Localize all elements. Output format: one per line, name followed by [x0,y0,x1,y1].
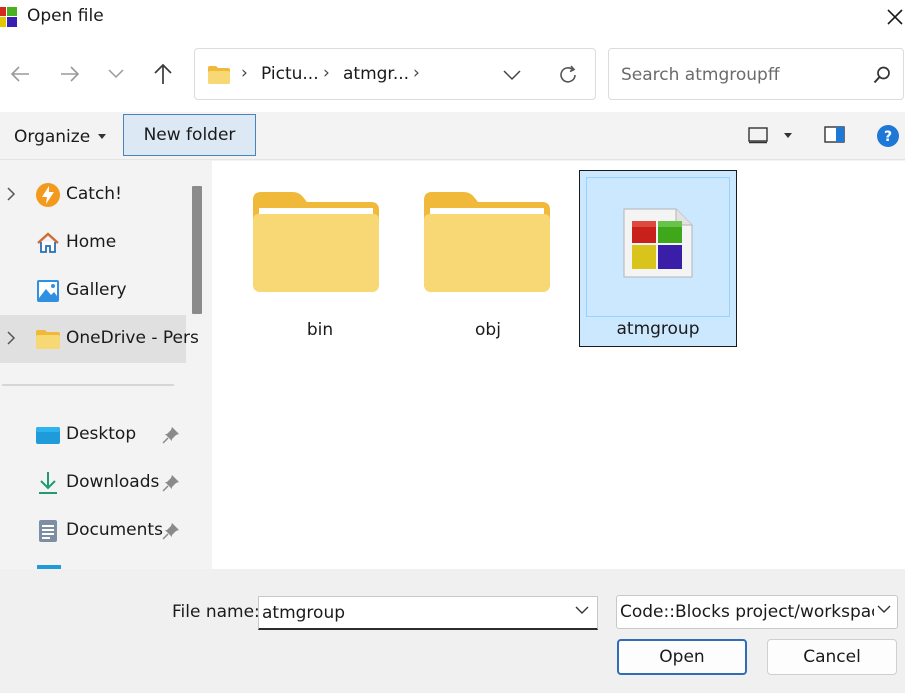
chevron-right-icon: › [413,63,420,83]
preview-pane-icon [824,126,845,143]
chevron-down-icon [575,606,589,614]
home-icon [37,232,59,253]
caret-down-icon [784,133,792,138]
chevron-down-icon [877,605,891,613]
close-button[interactable] [880,0,905,34]
change-view-button[interactable] [742,122,802,150]
window-title: Open file [27,6,104,26]
preview-pane-button[interactable] [824,125,846,145]
file-item-atmgroup[interactable]: atmgroup [579,170,737,347]
title-bar [0,0,905,36]
arrow-right-icon [61,66,80,82]
scrollbar-thumb[interactable] [192,186,202,314]
close-icon [887,9,903,25]
sidebar-item-label: Downloads [66,472,160,492]
chevron-right-icon [7,331,16,345]
sidebar-item-label: Home [66,232,117,252]
desktop-icon [36,427,60,444]
sidebar-item-gallery[interactable]: Gallery [0,267,186,315]
file-name: obj [475,320,501,340]
arrow-left-icon [10,66,29,82]
sidebar-item-label: Desktop [66,424,137,444]
chevron-right-icon [7,187,16,201]
sidebar-item-home[interactable]: Home [0,219,186,267]
up-button[interactable] [145,56,181,92]
chevron-right-icon: › [241,63,248,83]
address-bar[interactable]: › Pictu... › atmgr... › [194,48,596,100]
chevron-down-icon [503,70,521,81]
arrow-up-icon [154,63,172,84]
file-type-value: Code::Blocks project/workspace files [620,602,874,622]
organize-button[interactable]: Organize [6,118,110,156]
chevron-down-icon [108,69,124,79]
cancel-button[interactable]: Cancel [767,639,897,675]
file-name: atmgroup [616,319,700,339]
document-icon [39,520,57,542]
download-icon [39,472,57,494]
recent-locations-button[interactable] [98,56,134,92]
help-icon: ? [877,125,899,147]
file-item-bin[interactable]: bin [241,172,399,349]
breadcrumb-segment[interactable]: atmgr... [343,64,409,84]
file-name-input[interactable]: atmgroup [258,596,598,630]
pin-icon [162,523,179,540]
search-input[interactable]: Search atmgroupff [621,65,780,85]
codeblocks-project-icon [623,208,693,278]
codeblocks-app-icon [0,5,20,29]
lightning-icon [36,183,60,207]
search-icon [873,66,890,84]
gallery-icon [37,280,59,302]
file-name-label: File name: [172,602,260,622]
new-folder-button[interactable]: New folder [123,114,256,156]
help-button[interactable]: ? [876,124,900,148]
search-box[interactable]: Search atmgroupff [608,48,904,100]
pin-icon [162,427,179,444]
organize-label: Organize [14,127,91,147]
sidebar-item-label: Catch! [66,184,122,204]
sidebar-scrollbar[interactable] [190,186,204,314]
open-button[interactable]: Open [617,639,747,675]
sidebar-item-label: Gallery [66,280,127,300]
forward-button[interactable] [52,56,88,92]
sidebar-item-onedrive[interactable]: OneDrive - Pers [0,315,199,363]
back-button[interactable] [2,56,38,92]
caret-down-icon [98,134,107,139]
file-type-select[interactable]: Code::Blocks project/workspace files [616,595,898,629]
folder-icon [208,66,230,84]
folder-icon [36,330,60,349]
file-item-obj[interactable]: obj [409,172,567,349]
sidebar-item-documents[interactable]: Documents [0,507,186,555]
refresh-icon [560,65,576,83]
pin-icon [162,475,179,492]
view-icon [748,127,768,144]
navigation-pane: Catch! Home Gallery OneDrive - Pers Desk… [0,161,212,569]
chevron-right-icon: › [323,63,330,83]
sidebar-item-label: OneDrive - Pers [66,328,199,348]
file-name-value[interactable]: atmgroup [262,603,345,623]
folder-icon [424,192,550,292]
file-list: bin obj atmgroup [212,161,905,569]
svg-text:?: ? [884,129,892,145]
file-name: bin [306,320,334,340]
folder-icon [253,192,379,292]
sidebar-item-desktop[interactable]: Desktop [0,411,186,459]
sidebar-item-label: Documents [66,520,163,540]
sidebar-divider [2,384,174,386]
sidebar-item-catch[interactable]: Catch! [0,171,186,219]
breadcrumb-segment[interactable]: Pictu... [261,64,319,84]
sidebar-item-downloads[interactable]: Downloads [0,459,186,507]
